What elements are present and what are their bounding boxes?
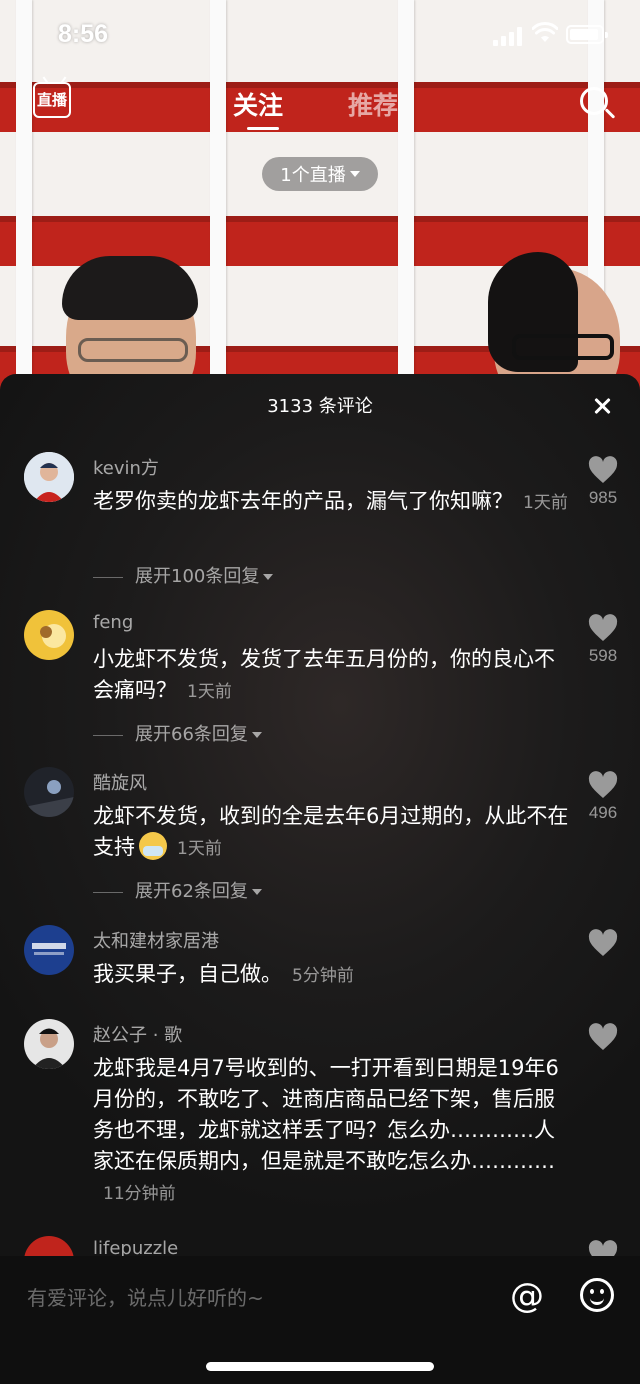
like-count: 598 bbox=[588, 646, 618, 665]
shelf-books bbox=[0, 82, 640, 132]
host-right-glasses bbox=[512, 334, 614, 360]
like-button[interactable] bbox=[576, 929, 630, 957]
cellular-signal-icon bbox=[493, 26, 523, 46]
expand-replies-button[interactable]: 展开100条回复 bbox=[93, 562, 274, 588]
caret-down-icon bbox=[263, 574, 274, 580]
divider bbox=[93, 891, 123, 893]
avatar[interactable] bbox=[24, 1019, 74, 1069]
heart-icon bbox=[588, 771, 618, 799]
comments-count-title: 3133 条评论 bbox=[267, 396, 373, 417]
comment-body: 我买果子，自己做。 5分钟前 bbox=[93, 959, 571, 992]
host-left-glasses bbox=[78, 338, 188, 362]
heart-icon bbox=[588, 1023, 618, 1051]
like-button[interactable] bbox=[576, 1023, 630, 1051]
search-icon[interactable] bbox=[580, 87, 608, 115]
home-indicator bbox=[206, 1362, 434, 1371]
comment-body: 小龙虾不发货，发货了去年五月份的，你的良心不会痛吗？ 1天前 bbox=[93, 644, 571, 708]
caret-down-icon bbox=[251, 732, 262, 738]
tab-recommend[interactable]: 推荐 bbox=[348, 86, 398, 122]
heart-icon bbox=[588, 929, 618, 957]
divider bbox=[93, 576, 123, 578]
comment-time: 1天前 bbox=[177, 839, 222, 859]
expand-replies-label: 展开66条回复 bbox=[135, 724, 248, 745]
live-tv-icon[interactable]: 直播 bbox=[33, 82, 71, 118]
comments-sheet: 3133 条评论 kevin方 老罗你卖的龙虾去年的产品，漏气了你知嘛？ 1天前 … bbox=[0, 374, 640, 1384]
comment-text: 我买果子，自己做。 bbox=[93, 962, 282, 986]
active-tab-indicator bbox=[247, 127, 279, 130]
close-icon[interactable] bbox=[590, 394, 614, 418]
host-left-hair bbox=[62, 256, 198, 320]
emoji-picker-icon[interactable] bbox=[580, 1278, 614, 1312]
like-button[interactable]: 985 bbox=[576, 456, 630, 508]
avatar[interactable] bbox=[24, 925, 74, 975]
comment-body: 龙虾不发货，收到的全是去年6月过期的，从此不在支持 1天前 bbox=[93, 801, 571, 865]
live-count-label: 1个直播 bbox=[280, 165, 346, 186]
heart-icon bbox=[588, 456, 618, 484]
comment-text: 老罗你卖的龙虾去年的产品，漏气了你知嘛？ bbox=[93, 489, 513, 513]
comment-username[interactable]: feng bbox=[93, 612, 133, 633]
comment-time: 1天前 bbox=[187, 682, 232, 702]
status-time: 8:56 bbox=[58, 20, 109, 48]
expand-replies-label: 展开100条回复 bbox=[135, 566, 260, 587]
caret-down-icon bbox=[349, 171, 360, 177]
avatar[interactable] bbox=[24, 452, 74, 502]
comment-text: 小龙虾不发货，发货了去年五月份的，你的良心不会痛吗？ bbox=[93, 647, 555, 702]
like-count: 496 bbox=[588, 803, 618, 822]
comment-time: 11分钟前 bbox=[103, 1184, 176, 1204]
comment-username[interactable]: 酷旋风 bbox=[93, 769, 147, 795]
like-count: 985 bbox=[588, 488, 618, 507]
comment-body: 老罗你卖的龙虾去年的产品，漏气了你知嘛？ 1天前 bbox=[93, 486, 571, 519]
mention-at-icon[interactable]: @ bbox=[510, 1276, 544, 1316]
tab-following[interactable]: 关注 bbox=[233, 86, 283, 122]
expand-replies-button[interactable]: 展开66条回复 bbox=[93, 720, 262, 746]
live-icon-label: 直播 bbox=[36, 91, 67, 109]
like-button[interactable]: 598 bbox=[576, 614, 630, 666]
caret-down-icon bbox=[251, 889, 262, 895]
comment-time: 1天前 bbox=[523, 493, 568, 513]
avatar[interactable] bbox=[24, 767, 74, 817]
comment-body: 龙虾我是4月7号收到的、一打开看到日期是19年6月份的，不敢吃了、进商店商品已经… bbox=[93, 1053, 571, 1210]
comment-username[interactable]: 太和建材家居港 bbox=[93, 927, 219, 953]
comment-text: 龙虾我是4月7号收到的、一打开看到日期是19年6月份的，不敢吃了、进商店商品已经… bbox=[93, 1056, 559, 1173]
status-bar: 8:56 bbox=[0, 0, 640, 70]
divider bbox=[93, 734, 123, 736]
comment-time: 5分钟前 bbox=[292, 966, 354, 986]
expand-replies-button[interactable]: 展开62条回复 bbox=[93, 877, 262, 903]
avatar[interactable] bbox=[24, 610, 74, 660]
expand-replies-label: 展开62条回复 bbox=[135, 881, 248, 902]
live-count-dropdown[interactable]: 1个直播 bbox=[262, 157, 378, 191]
crying-face-emoji-icon bbox=[139, 832, 167, 860]
like-button[interactable]: 496 bbox=[576, 771, 630, 823]
comment-input[interactable]: 有爱评论，说点儿好听的~ bbox=[27, 1282, 264, 1311]
wifi-icon bbox=[531, 22, 559, 44]
battery-icon bbox=[566, 25, 608, 44]
heart-icon bbox=[588, 614, 618, 642]
comment-username[interactable]: kevin方 bbox=[93, 454, 159, 480]
comment-username[interactable]: 赵公子 · 歌 bbox=[93, 1021, 182, 1047]
